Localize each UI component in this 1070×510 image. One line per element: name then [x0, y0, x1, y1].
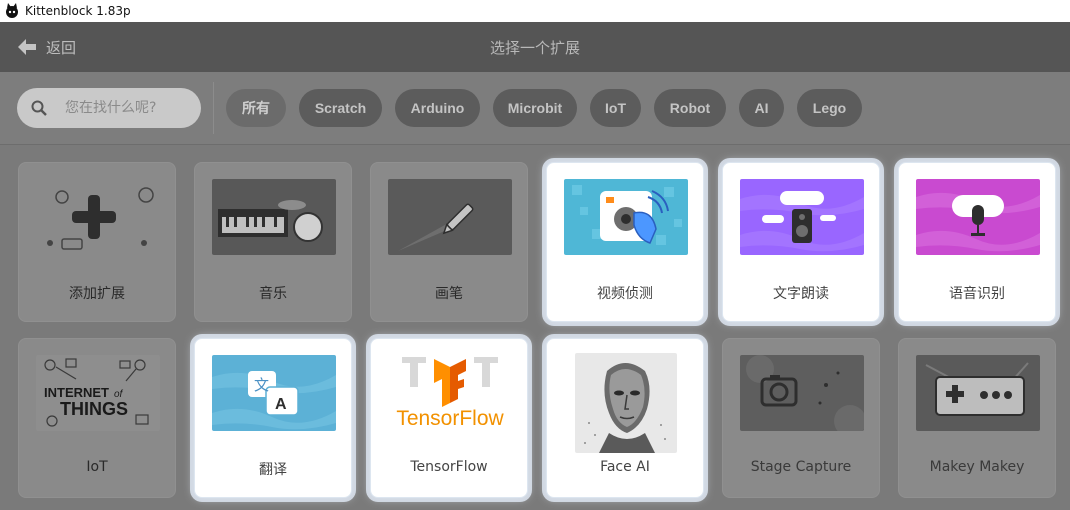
extension-label: IoT [86, 459, 108, 475]
search-input[interactable] [65, 100, 195, 116]
extension-card-add[interactable]: 添加扩展 [18, 162, 176, 322]
translate-icon: 文 A [212, 355, 336, 431]
back-button[interactable]: 返回 [18, 22, 76, 72]
filter-chip-microbit[interactable]: Microbit [493, 89, 577, 127]
extension-grid: 添加扩展 音乐 画笔 视频侦测 文字朗读 语音识别 INTERNET of TH… [0, 146, 1070, 510]
speech-recognition-icon [916, 179, 1040, 255]
iot-thumb-text-internet: INTERNET [44, 385, 109, 400]
window-title: Kittenblock 1.83p [25, 4, 131, 18]
extension-label: Makey Makey [929, 459, 1025, 475]
extension-card-makey-makey[interactable]: Makey Makey [898, 338, 1056, 498]
extension-label: Face AI [600, 459, 650, 475]
extension-label: 翻译 [259, 462, 287, 478]
extension-card-tensorflow[interactable]: TensorFlow TensorFlow [370, 338, 528, 498]
extension-card-music[interactable]: 音乐 [194, 162, 352, 322]
translate-thumb-zh: 文 [254, 376, 269, 394]
text-to-speech-icon [740, 179, 864, 255]
extension-card-translate[interactable]: 文 A 翻译 [194, 338, 352, 498]
window-titlebar: Kittenblock 1.83p [0, 0, 1070, 22]
arrow-left-icon [18, 39, 36, 55]
extension-label: TensorFlow [410, 459, 488, 475]
plus-icon [36, 179, 160, 255]
extension-label: 添加扩展 [69, 286, 125, 302]
extension-card-stage-capture[interactable]: Stage Capture [722, 338, 880, 498]
makey-makey-icon [916, 355, 1040, 431]
filter-divider [213, 82, 214, 134]
tensorflow-icon: TensorFlow [388, 355, 512, 431]
extension-label: 画笔 [435, 286, 463, 302]
extension-card-video-sensing[interactable]: 视频侦测 [546, 162, 704, 322]
extension-label: 音乐 [259, 286, 287, 302]
camera-icon [740, 355, 864, 431]
iot-thumb-text-things: THINGS [60, 399, 128, 419]
extension-label: 文字朗读 [773, 286, 829, 302]
extension-label: 语音识别 [949, 286, 1005, 302]
face-ai-icon [575, 353, 677, 453]
filter-chip-scratch[interactable]: Scratch [299, 89, 382, 127]
kittenblock-logo-icon [6, 3, 18, 18]
filter-chips: 所有 Scratch Arduino Microbit IoT Robot AI… [226, 89, 862, 127]
filter-bar: 所有 Scratch Arduino Microbit IoT Robot AI… [0, 72, 1070, 145]
filter-chip-iot[interactable]: IoT [590, 89, 641, 127]
back-label: 返回 [46, 38, 77, 57]
filter-chip-arduino[interactable]: Arduino [395, 89, 480, 127]
tensorflow-thumb-wordmark: TensorFlow [396, 407, 504, 430]
pen-icon [388, 179, 512, 255]
search-icon [31, 100, 47, 116]
extension-card-face-ai[interactable]: Face AI [546, 338, 704, 498]
filter-chip-ai[interactable]: AI [739, 89, 784, 127]
extension-label: Stage Capture [750, 459, 852, 475]
extension-card-iot[interactable]: INTERNET of THINGS IoT [18, 338, 176, 498]
internet-of-things-icon: INTERNET of THINGS [36, 355, 160, 431]
translate-thumb-a: A [275, 396, 287, 413]
filter-chip-robot[interactable]: Robot [654, 89, 726, 127]
filter-chip-all[interactable]: 所有 [226, 89, 286, 127]
extension-card-speech-recognition[interactable]: 语音识别 [898, 162, 1056, 322]
video-sensing-icon [564, 179, 688, 255]
header-bar: 返回 选择一个扩展 [0, 22, 1070, 72]
music-instruments-icon [212, 179, 336, 255]
search-box[interactable] [17, 88, 201, 128]
extension-card-pen[interactable]: 画笔 [370, 162, 528, 322]
filter-chip-lego[interactable]: Lego [797, 89, 862, 127]
extension-card-text-to-speech[interactable]: 文字朗读 [722, 162, 880, 322]
page-title: 选择一个扩展 [489, 38, 580, 57]
extension-label: 视频侦测 [597, 286, 653, 302]
